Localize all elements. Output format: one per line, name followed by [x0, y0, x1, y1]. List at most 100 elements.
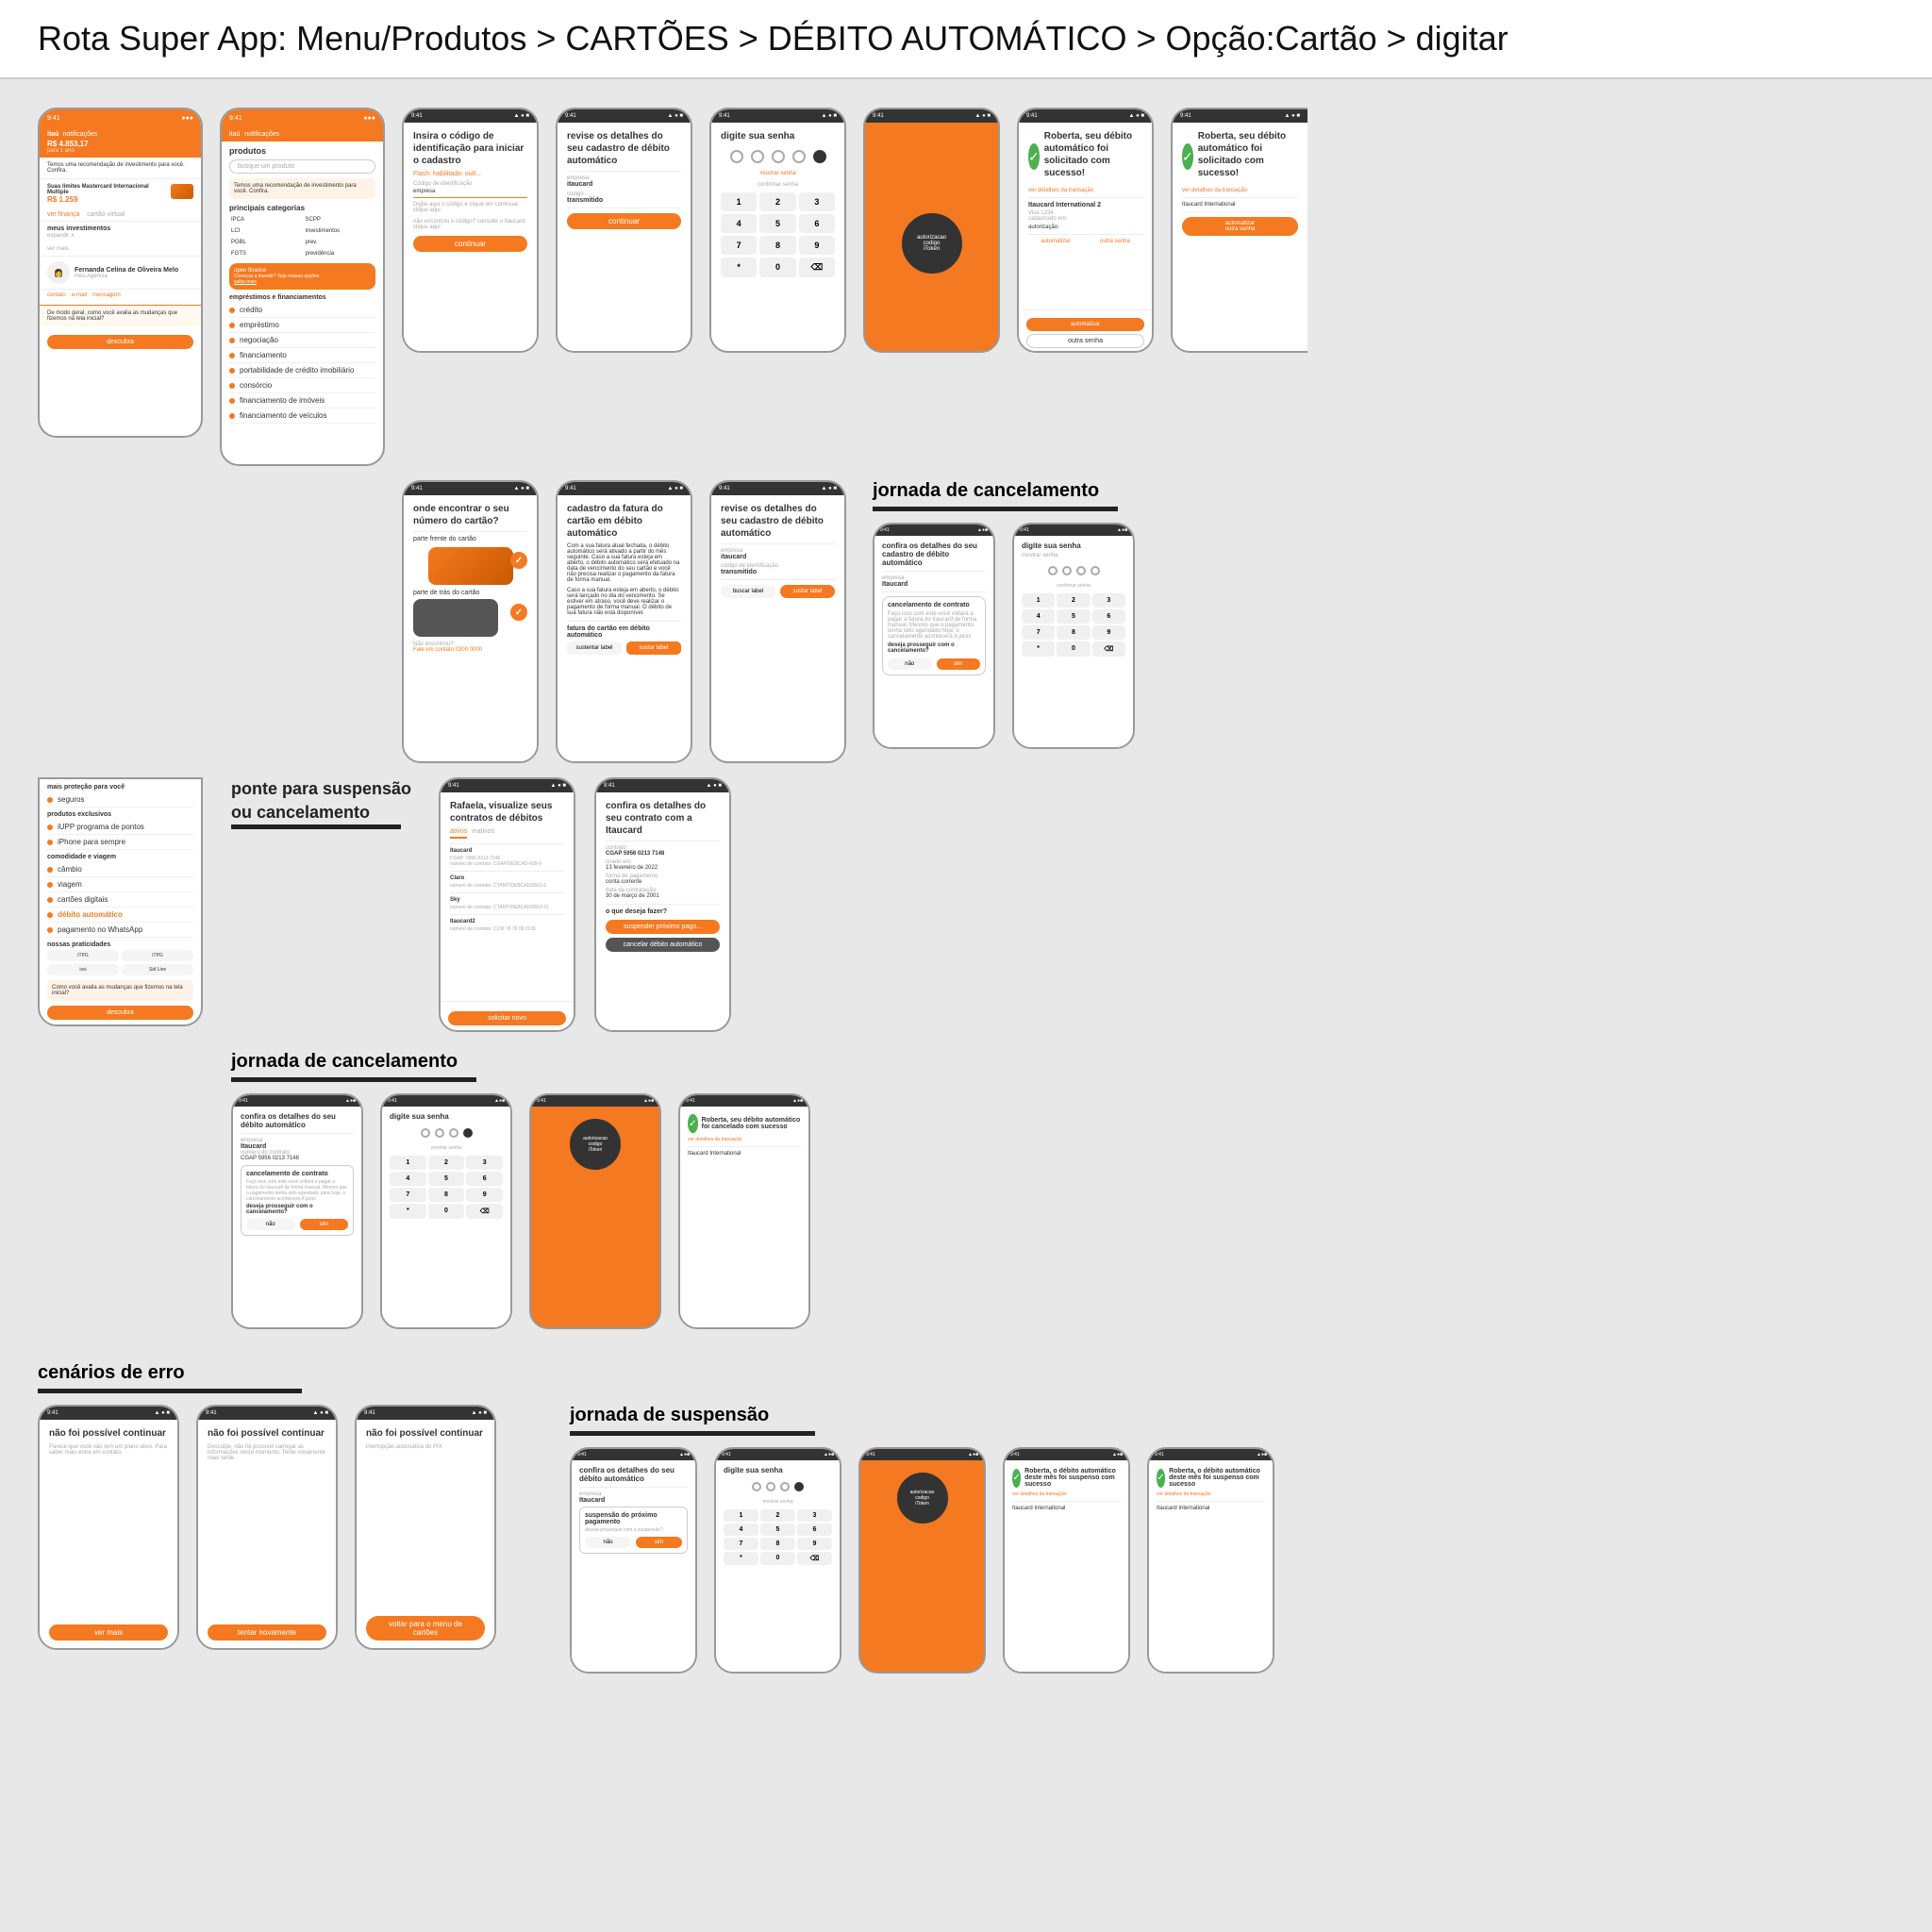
ck-3[interactable]: 3: [1092, 593, 1125, 608]
rc-cancel-btn[interactable]: buscar label: [721, 585, 775, 598]
cpw2-8[interactable]: 8: [428, 1188, 465, 1202]
ck-8[interactable]: 8: [1057, 625, 1090, 640]
menu-financ-veiculos[interactable]: financiamento de veículos: [229, 408, 375, 424]
key-4[interactable]: 4: [721, 214, 757, 233]
ss2-detalhes[interactable]: ver detalhes da transação: [1157, 1491, 1265, 1497]
key-8[interactable]: 8: [759, 236, 795, 255]
inativos-tab[interactable]: inativos: [472, 828, 494, 839]
ck-1[interactable]: 1: [1022, 593, 1055, 608]
cpw2-2[interactable]: 2: [428, 1156, 465, 1170]
insert-code-phone[interactable]: 9:41 ▲ ● ■ Insira o código de identifica…: [402, 108, 539, 353]
virtual-card-tab[interactable]: cartão virtual: [87, 211, 125, 218]
sustentar-btn[interactable]: sustentar label: [567, 641, 622, 655]
continue-btn[interactable]: continuar: [413, 236, 527, 252]
key-3[interactable]: 3: [799, 192, 835, 211]
contracts-phone[interactable]: 9:41▲ ● ■ Rafaela, visualize seus contra…: [439, 777, 575, 1032]
sus-sim-btn[interactable]: sim: [636, 1537, 682, 1548]
open-finance-banner[interactable]: open finance Começar a investir? Veja no…: [229, 263, 375, 290]
menu-iphone[interactable]: iPhone para sempre: [47, 835, 193, 850]
cancel-details-phone-2[interactable]: 9:41▲●■ confira os detalhes do seu débit…: [231, 1093, 363, 1329]
success-phone-1[interactable]: 9:41 ▲ ● ■ ✓ Roberta, seu débito automát…: [1017, 108, 1154, 353]
error3-btn[interactable]: voltar para o menu de cartões: [366, 1616, 485, 1641]
rc-confirm-btn[interactable]: sustar label: [780, 585, 835, 598]
menu-portabilidade[interactable]: portabilidade de crédito imobiliário: [229, 363, 375, 378]
discover-btn-2[interactable]: descubra: [47, 1006, 193, 1020]
menu-consorcio[interactable]: consórcio: [229, 378, 375, 393]
sustar-btn[interactable]: sustar label: [626, 641, 681, 655]
message-btn[interactable]: mensagem: [92, 292, 121, 298]
menu-cambio[interactable]: câmbio: [47, 862, 193, 877]
solicitar-novo-btn[interactable]: solicitar novo: [448, 1011, 566, 1025]
ck-7[interactable]: 7: [1022, 625, 1055, 640]
password-phone[interactable]: 9:41 ▲ ● ■ digite sua senha mostrar senh…: [709, 108, 846, 353]
error-phone-2[interactable]: 9:41▲ ● ■ não foi possível continuar Des…: [196, 1405, 338, 1650]
automatizar-btn[interactable]: automatizar: [1028, 239, 1083, 244]
error1-btn[interactable]: ver mais: [49, 1624, 168, 1641]
sk-2[interactable]: 2: [760, 1509, 795, 1522]
suspend-pw-phone[interactable]: 9:41▲●■ digite sua senha mos: [714, 1447, 841, 1674]
prat-3[interactable]: issi: [47, 964, 119, 975]
prat-1[interactable]: ITPG: [47, 950, 119, 961]
menu-pontos[interactable]: iUPP programa de pontos: [47, 820, 193, 835]
error2-btn[interactable]: tentar novamente: [208, 1624, 326, 1641]
suspend-itoken-phone[interactable]: 9:41▲●■ autorizacaocodigoiToken: [858, 1447, 986, 1674]
cd2-nao-btn[interactable]: não: [246, 1219, 295, 1230]
cat-scpp[interactable]: SCPP: [304, 215, 376, 225]
menu-emprestimo[interactable]: empréstimo: [229, 318, 375, 333]
cat-prev[interactable]: prev.: [304, 238, 376, 247]
key-9[interactable]: 9: [799, 236, 835, 255]
sim-btn[interactable]: sim: [937, 658, 981, 670]
sus-nao-btn[interactable]: não: [585, 1537, 631, 1548]
ck-2[interactable]: 2: [1057, 593, 1090, 608]
ss1-detalhes[interactable]: ver detalhes da transação: [1012, 1491, 1121, 1497]
key-2[interactable]: 2: [759, 192, 795, 211]
contact-btn[interactable]: contato: [47, 292, 66, 298]
sk-del[interactable]: ⌫: [797, 1552, 832, 1565]
cat-previdencia[interactable]: previdência: [304, 249, 376, 258]
key-7[interactable]: 7: [721, 236, 757, 255]
automatizar-btn-2[interactable]: automatizaroutra senha: [1182, 217, 1298, 236]
outra-senha-btn[interactable]: outra senha: [1088, 239, 1142, 244]
cancel-password-phone[interactable]: 9:41▲●■ digite sua senha mostrar senha: [1012, 523, 1135, 749]
ck-4[interactable]: 4: [1022, 609, 1055, 624]
cat-ipca[interactable]: IPCA: [229, 215, 302, 225]
confirm-itaucard-phone[interactable]: 9:41▲ ● ■ confira os detalhes do seu con…: [594, 777, 731, 1032]
sk-8[interactable]: 8: [760, 1538, 795, 1550]
finance-tab[interactable]: ver finança: [47, 211, 79, 218]
itaucard2-contract[interactable]: Itaucard2: [450, 919, 564, 924]
review-cancel-phone[interactable]: 9:41 ▲ ● ■ revise os detalhes do seu cad…: [709, 480, 846, 763]
suspend-confirm-phone[interactable]: 9:41▲●■ confira os detalhes do seu débit…: [570, 1447, 697, 1674]
cancel-pw-phone-2[interactable]: 9:41▲●■ digite sua senha mos: [380, 1093, 512, 1329]
menu-credito[interactable]: crédito: [229, 303, 375, 318]
saiba-mais-link[interactable]: saiba mais: [234, 279, 371, 285]
key-star[interactable]: *: [721, 258, 757, 277]
ck-5[interactable]: 5: [1057, 609, 1090, 624]
nao-btn[interactable]: não: [888, 658, 932, 670]
key-0[interactable]: 0: [759, 258, 795, 277]
cpw2-6[interactable]: 6: [466, 1172, 503, 1186]
menu-financ-imoveis[interactable]: financiamento de imóveis: [229, 393, 375, 408]
cpw2-7[interactable]: 7: [390, 1188, 426, 1202]
sk-0[interactable]: 0: [760, 1552, 795, 1565]
cd2-sim-btn[interactable]: sim: [300, 1219, 349, 1230]
cat-pgbl[interactable]: PGBL: [229, 238, 302, 247]
key-del[interactable]: ⌫: [799, 258, 835, 277]
menu-debito-auto[interactable]: débito automático: [47, 908, 193, 923]
sk-1[interactable]: 1: [724, 1509, 758, 1522]
sk-3[interactable]: 3: [797, 1509, 832, 1522]
ck-6[interactable]: 6: [1092, 609, 1125, 624]
cpw2-5[interactable]: 5: [428, 1172, 465, 1186]
sk-6[interactable]: 6: [797, 1524, 832, 1536]
suspend-success-phone-1[interactable]: 9:41▲●■ ✓ Roberta, o débito automático d…: [1003, 1447, 1130, 1674]
prat-4[interactable]: Sáf Line: [122, 964, 193, 975]
products-phone[interactable]: 9:41 ●●● itaú notificações produtos busq…: [220, 108, 385, 466]
error-phone-3[interactable]: 9:41▲ ● ■ não foi possível continuar int…: [355, 1405, 496, 1650]
menu-viagem[interactable]: viagem: [47, 877, 193, 892]
menu-negociacao[interactable]: negociação: [229, 333, 375, 348]
sky-contract[interactable]: Sky: [450, 897, 564, 903]
search-box[interactable]: busque um produto: [229, 159, 375, 174]
ver-detalhes-link[interactable]: ver detalhes da transação: [1028, 188, 1142, 193]
success-phone-2[interactable]: 9:41 ▲ ● ■ ✓ Roberta, seu débito automát…: [1171, 108, 1307, 353]
sk-7[interactable]: 7: [724, 1538, 758, 1550]
suspender-pagto-btn[interactable]: suspender próximo pago...: [606, 920, 720, 934]
